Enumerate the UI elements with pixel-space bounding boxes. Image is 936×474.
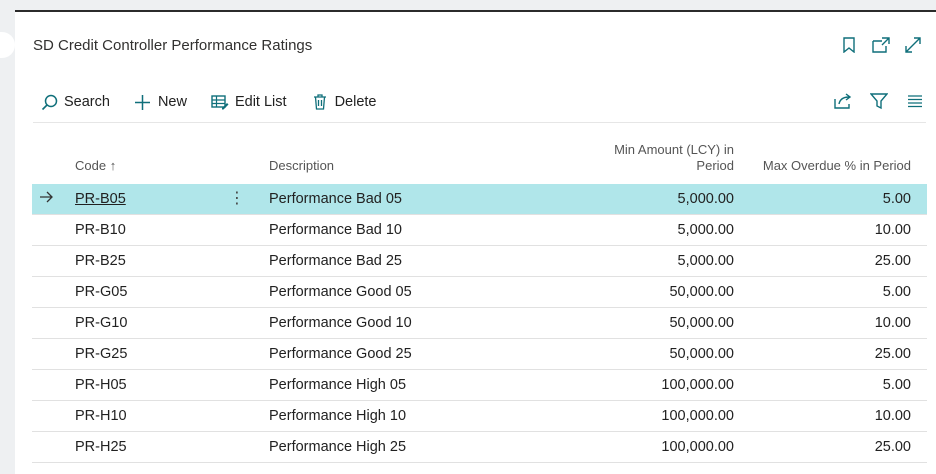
col-header-min-amount-line2: Period — [696, 158, 734, 173]
min-amount-cell[interactable]: 100,000.00 — [661, 377, 734, 393]
max-overdue-cell[interactable]: 25.00 — [875, 439, 911, 455]
description-cell[interactable]: Performance Bad 25 — [269, 253, 402, 269]
col-header-code[interactable]: Code ↑ — [75, 158, 116, 173]
table-row[interactable]: PR-H25 Performance High 25 100,000.00 25… — [32, 432, 927, 463]
description-cell[interactable]: Performance Bad 05 — [269, 191, 402, 207]
table-header: Code ↑ Description Min Amount (LCY) in P… — [32, 142, 927, 184]
max-overdue-cell[interactable]: 25.00 — [875, 346, 911, 362]
list-view-icon[interactable] — [906, 92, 924, 110]
title-actions — [840, 36, 922, 54]
new-button[interactable]: New — [134, 93, 187, 111]
edit-list-label: Edit List — [234, 94, 287, 110]
table-row[interactable]: PR-G05 Performance Good 05 50,000.00 5.0… — [32, 277, 927, 308]
bookmark-icon[interactable] — [840, 36, 858, 54]
edit-list-icon — [211, 93, 229, 111]
table-row[interactable]: PR-G25 Performance Good 25 50,000.00 25.… — [32, 339, 927, 370]
max-overdue-cell[interactable]: 5.00 — [883, 284, 911, 300]
min-amount-cell[interactable]: 100,000.00 — [661, 408, 734, 424]
col-header-min-amount[interactable]: Min Amount (LCY) in Period — [614, 142, 734, 174]
description-cell[interactable]: Performance Good 10 — [269, 315, 412, 331]
table-row[interactable]: PR-H10 Performance High 10 100,000.00 10… — [32, 401, 927, 432]
open-in-new-window-icon[interactable] — [872, 36, 890, 54]
description-cell[interactable]: Performance High 10 — [269, 408, 406, 424]
list-page: SD Credit Controller Performance Ratings… — [15, 12, 936, 474]
code-cell[interactable]: PR-G05 — [75, 284, 127, 300]
plus-icon — [134, 93, 152, 111]
row-actions-menu-icon[interactable]: ⋮ — [229, 188, 245, 208]
toolbar-right — [834, 92, 924, 110]
max-overdue-cell[interactable]: 10.00 — [875, 222, 911, 238]
edit-list-button[interactable]: Edit List — [211, 93, 287, 111]
page-title: SD Credit Controller Performance Ratings — [33, 37, 313, 54]
min-amount-cell[interactable]: 5,000.00 — [678, 222, 734, 238]
col-header-max-overdue[interactable]: Max Overdue % in Period — [763, 158, 911, 173]
min-amount-cell[interactable]: 100,000.00 — [661, 439, 734, 455]
description-cell[interactable]: Performance High 05 — [269, 377, 406, 393]
description-cell[interactable]: Performance Bad 10 — [269, 222, 402, 238]
delete-label: Delete — [334, 94, 377, 110]
table-row[interactable]: PR-H05 Performance High 05 100,000.00 5.… — [32, 370, 927, 401]
search-button[interactable]: Search — [40, 93, 110, 111]
description-cell[interactable]: Performance High 25 — [269, 439, 406, 455]
min-amount-cell[interactable]: 5,000.00 — [678, 191, 734, 207]
code-cell[interactable]: PR-B25 — [75, 253, 126, 269]
code-cell[interactable]: PR-H25 — [75, 439, 127, 455]
min-amount-cell[interactable]: 5,000.00 — [678, 253, 734, 269]
trash-icon — [311, 93, 329, 111]
new-label: New — [157, 94, 187, 110]
code-cell[interactable]: PR-B05 — [75, 191, 126, 207]
table-row[interactable]: PR-B10 Performance Bad 10 5,000.00 10.00 — [32, 215, 927, 246]
share-icon[interactable] — [834, 92, 852, 110]
code-cell[interactable]: PR-H05 — [75, 377, 127, 393]
min-amount-cell[interactable]: 50,000.00 — [669, 346, 734, 362]
search-icon — [40, 93, 58, 111]
code-cell[interactable]: PR-G25 — [75, 346, 127, 362]
code-cell[interactable]: PR-H10 — [75, 408, 127, 424]
description-cell[interactable]: Performance Good 25 — [269, 346, 412, 362]
max-overdue-cell[interactable]: 5.00 — [883, 377, 911, 393]
delete-button[interactable]: Delete — [311, 93, 377, 111]
table-row[interactable]: PR-G10 Performance Good 10 50,000.00 10.… — [32, 308, 927, 339]
max-overdue-cell[interactable]: 10.00 — [875, 408, 911, 424]
max-overdue-cell[interactable]: 5.00 — [883, 191, 911, 207]
toolbar-divider — [33, 122, 926, 123]
col-header-description[interactable]: Description — [269, 158, 334, 173]
ratings-table: Code ↑ Description Min Amount (LCY) in P… — [32, 142, 927, 463]
filter-icon[interactable] — [870, 92, 888, 110]
max-overdue-cell[interactable]: 10.00 — [875, 315, 911, 331]
search-label: Search — [64, 94, 110, 110]
table-row[interactable]: PR-B05 ⋮ Performance Bad 05 5,000.00 5.0… — [32, 184, 927, 215]
max-overdue-cell[interactable]: 25.00 — [875, 253, 911, 269]
description-cell[interactable]: Performance Good 05 — [269, 284, 412, 300]
expand-icon[interactable] — [904, 36, 922, 54]
current-row-arrow-icon — [40, 191, 54, 207]
code-cell[interactable]: PR-G10 — [75, 315, 127, 331]
action-bar: Search New Edit List Delete — [40, 90, 400, 114]
min-amount-cell[interactable]: 50,000.00 — [669, 315, 734, 331]
code-cell[interactable]: PR-B10 — [75, 222, 126, 238]
min-amount-cell[interactable]: 50,000.00 — [669, 284, 734, 300]
table-row[interactable]: PR-B25 Performance Bad 25 5,000.00 25.00 — [32, 246, 927, 277]
side-panel-edge — [0, 32, 15, 58]
col-header-min-amount-line1: Min Amount (LCY) in — [614, 142, 734, 157]
